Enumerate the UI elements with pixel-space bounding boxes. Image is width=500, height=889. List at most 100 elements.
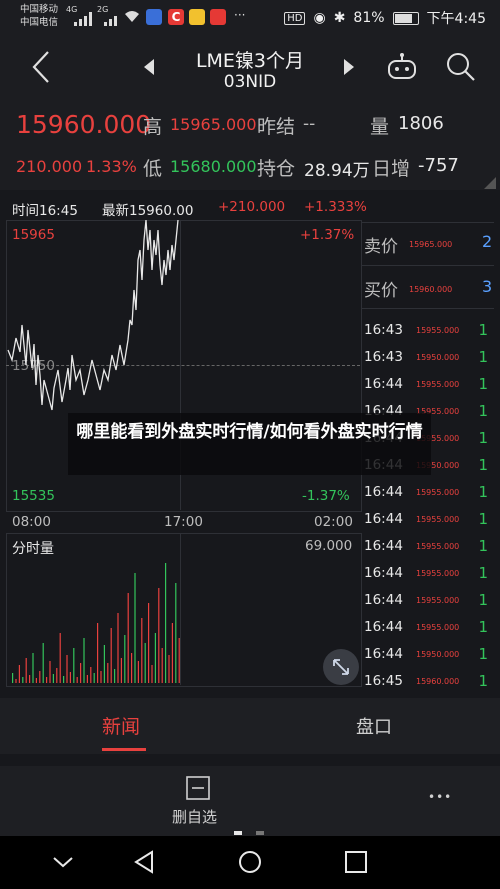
volume-bar (144, 643, 146, 683)
volume-bar (66, 655, 68, 683)
volume-bar (178, 638, 180, 683)
tick-volume: 1 (478, 456, 488, 474)
bid-qty: 3 (482, 277, 493, 296)
back-icon[interactable] (133, 850, 155, 878)
volume-bar (168, 655, 170, 683)
volume-bar (117, 613, 119, 683)
volume-bar (12, 673, 14, 683)
signal-icon-2 (104, 12, 122, 29)
volume-bars (12, 563, 180, 683)
tick-row: 16:44 15955.000 1 (364, 372, 494, 399)
volume-bar (39, 671, 41, 683)
bottom-action-bar: 删自选 ••• (0, 766, 500, 836)
remove-favorite-icon[interactable] (186, 776, 210, 804)
tick-price: 15955.000 (416, 326, 460, 335)
more-menu-icon[interactable]: ••• (428, 790, 452, 804)
volume-bar (29, 675, 31, 683)
bluetooth-icon: ✱ (333, 10, 346, 26)
tick-price: 15955.000 (416, 569, 460, 578)
x-label-start: 08:00 (12, 514, 51, 530)
open-interest-label: 持仓 (257, 158, 296, 180)
volume-bar (127, 593, 129, 683)
tick-volume: 1 (478, 375, 488, 393)
volume-bar (151, 665, 153, 683)
app-c-icon: C (168, 9, 184, 25)
tick-volume: 1 (478, 564, 488, 582)
crosshair-change-pct: +1.333% (304, 199, 367, 215)
status-right: HD ◉ ✱ 81% 下午4:45 (284, 8, 486, 28)
tick-time: 16:44 (364, 376, 403, 392)
volume-bar (90, 667, 92, 683)
status-bar: 中国移动 中国电信 4G 2G C ··· HD ◉ ✱ 81% 下午4:45 (0, 0, 500, 34)
ask-qty: 2 (482, 232, 493, 251)
fullscreen-icon[interactable] (323, 649, 359, 685)
collapse-icon[interactable] (52, 854, 74, 873)
eye-icon: ◉ (313, 10, 326, 26)
page-dot (256, 831, 264, 835)
crosshair-latest: 最新15960.00 (102, 203, 194, 219)
volume-bar (154, 633, 156, 683)
next-contract-icon[interactable] (343, 58, 355, 80)
app-notification-icon (146, 9, 162, 25)
volume-bar (131, 653, 133, 683)
tick-price: 15955.000 (416, 380, 460, 389)
volume-bar (124, 635, 126, 683)
change-value: 210.000 (16, 157, 83, 176)
volume-bar (148, 603, 150, 683)
volume-bar (137, 661, 139, 683)
tab-handicap[interactable]: 盘口 (356, 713, 392, 739)
change-percent: 1.33% (86, 157, 137, 176)
price-line (7, 220, 179, 411)
tick-price: 15955.000 (416, 623, 460, 632)
volume-bar (120, 658, 122, 683)
volume-bar (56, 668, 58, 683)
battery-percent: 81% (353, 10, 385, 26)
volume-bar (158, 588, 160, 683)
home-icon[interactable] (238, 850, 262, 878)
tick-volume: 1 (478, 618, 488, 636)
more-notifications-icon: ··· (234, 8, 246, 22)
bid-label: 买价 (364, 281, 398, 301)
robot-icon[interactable] (386, 52, 418, 86)
hd-icon: HD (284, 11, 306, 25)
volume-bar (103, 645, 105, 683)
carrier-2: 中国电信 (20, 17, 59, 28)
volume-bar (97, 623, 99, 683)
tick-time: 16:43 (364, 322, 403, 338)
volume-bar (114, 669, 116, 683)
search-icon[interactable] (446, 52, 476, 86)
volume-bar (35, 678, 37, 683)
tick-price: 15960.000 (416, 677, 460, 686)
tick-time: 16:44 (364, 538, 403, 554)
battery-icon (392, 11, 419, 25)
divider (362, 308, 494, 309)
tab-news[interactable]: 新闻 (102, 712, 140, 739)
volume-bar (59, 633, 61, 683)
low-value: 15680.000 (170, 157, 257, 176)
header: LME镍3个月 03NID (0, 34, 500, 100)
tick-time: 16:44 (364, 646, 403, 662)
tick-price: 15950.000 (416, 650, 460, 659)
tick-row: 16:43 15955.000 1 (364, 318, 494, 345)
tab-news-indicator (102, 748, 146, 751)
remove-favorite-button[interactable]: 删自选 (172, 806, 217, 827)
tick-price: 15955.000 (416, 488, 460, 497)
tick-row: 16:44 15955.000 1 (364, 588, 494, 615)
daily-increase-value: -757 (418, 155, 459, 176)
volume-bar (171, 623, 173, 683)
volume-bar (107, 663, 109, 683)
app-kuaibao-icon (210, 9, 226, 25)
recents-icon[interactable] (345, 851, 367, 877)
tab-bar: 新闻 盘口 (0, 698, 500, 754)
volume-bar (49, 661, 51, 683)
tick-row: 16:44 15955.000 1 (364, 561, 494, 588)
signal-icon (74, 12, 94, 29)
wifi-icon (124, 9, 140, 26)
volume-label: 量 (370, 116, 390, 138)
volume-value: 1806 (398, 113, 444, 134)
tick-volume: 1 (478, 348, 488, 366)
tick-price: 15955.000 (416, 542, 460, 551)
volume-bar (165, 563, 167, 683)
tick-price: 15950.000 (416, 353, 460, 362)
overlay-caption: 哪里能看到外盘实时行情/如何看外盘实时行情 (68, 413, 431, 475)
